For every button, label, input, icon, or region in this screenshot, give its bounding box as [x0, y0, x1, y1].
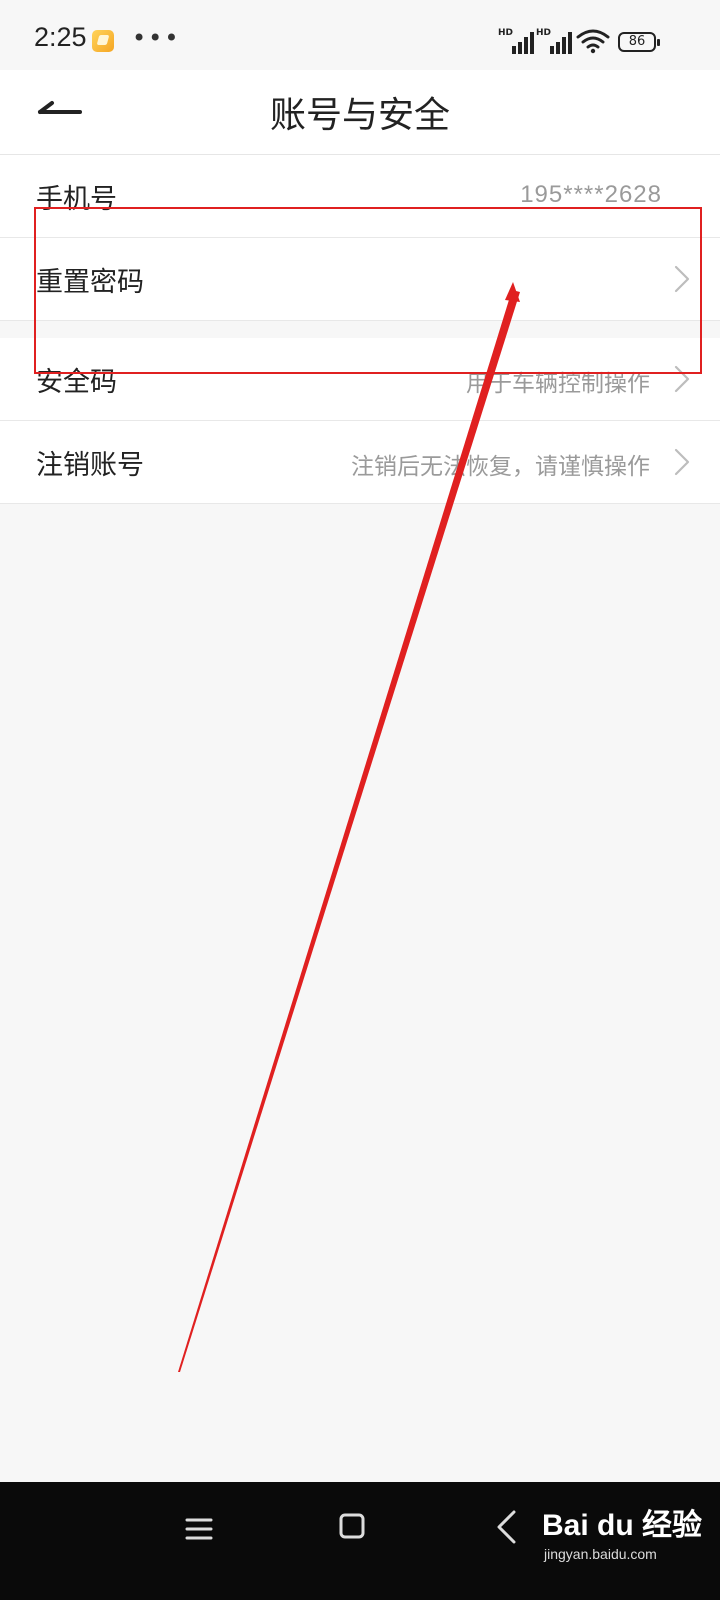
watermark: Bai du 经验 jingyan.baidu.com — [542, 1492, 712, 1592]
account-group: 手机号 195****2628 重置密码 — [0, 155, 720, 321]
reset-password-row[interactable]: 重置密码 — [0, 238, 720, 321]
baidu-jingyan-logo: Bai du 经验 — [542, 1509, 703, 1542]
row-hint: 注销后无法恢复，请谨慎操作 — [351, 454, 650, 480]
header: 账号与安全 — [0, 70, 720, 155]
home-icon[interactable] — [338, 1512, 366, 1540]
row-hint: 用于车辆控制操作 — [466, 371, 650, 397]
more-dots-icon: ••• — [132, 24, 181, 52]
security-group: 安全码 用于车辆控制操作 注销账号 注销后无法恢复，请谨慎操作 — [0, 338, 720, 504]
row-label: 重置密码 — [36, 267, 144, 298]
chevron-right-icon — [674, 448, 690, 476]
delete-account-row[interactable]: 注销账号 注销后无法恢复，请谨慎操作 — [0, 421, 720, 504]
watermark-url: jingyan.baidu.com — [544, 1546, 657, 1562]
system-nav-bar: Bai du 经验 jingyan.baidu.com — [0, 1482, 720, 1600]
signal-icon: HD — [536, 28, 572, 54]
menu-icon[interactable] — [184, 1514, 214, 1544]
battery-icon: 86 — [618, 32, 660, 52]
security-code-row[interactable]: 安全码 用于车辆控制操作 — [0, 338, 720, 421]
status-time: 2:25 — [34, 22, 87, 52]
status-bar: 2:25 ••• HD HD 86 — [0, 0, 720, 70]
phone-number-row: 手机号 195****2628 — [0, 155, 720, 238]
page-title: 账号与安全 — [269, 95, 450, 136]
row-label: 手机号 — [36, 184, 117, 215]
notification-app-icon — [92, 30, 114, 52]
wifi-icon — [576, 29, 610, 54]
chevron-right-icon — [674, 365, 690, 393]
row-label: 注销账号 — [36, 450, 144, 481]
signal-icon: HD — [498, 28, 534, 54]
chevron-right-icon — [674, 265, 690, 293]
row-label: 安全码 — [36, 367, 117, 398]
back-icon[interactable] — [494, 1508, 518, 1546]
phone-number-value: 195****2628 — [520, 181, 662, 208]
